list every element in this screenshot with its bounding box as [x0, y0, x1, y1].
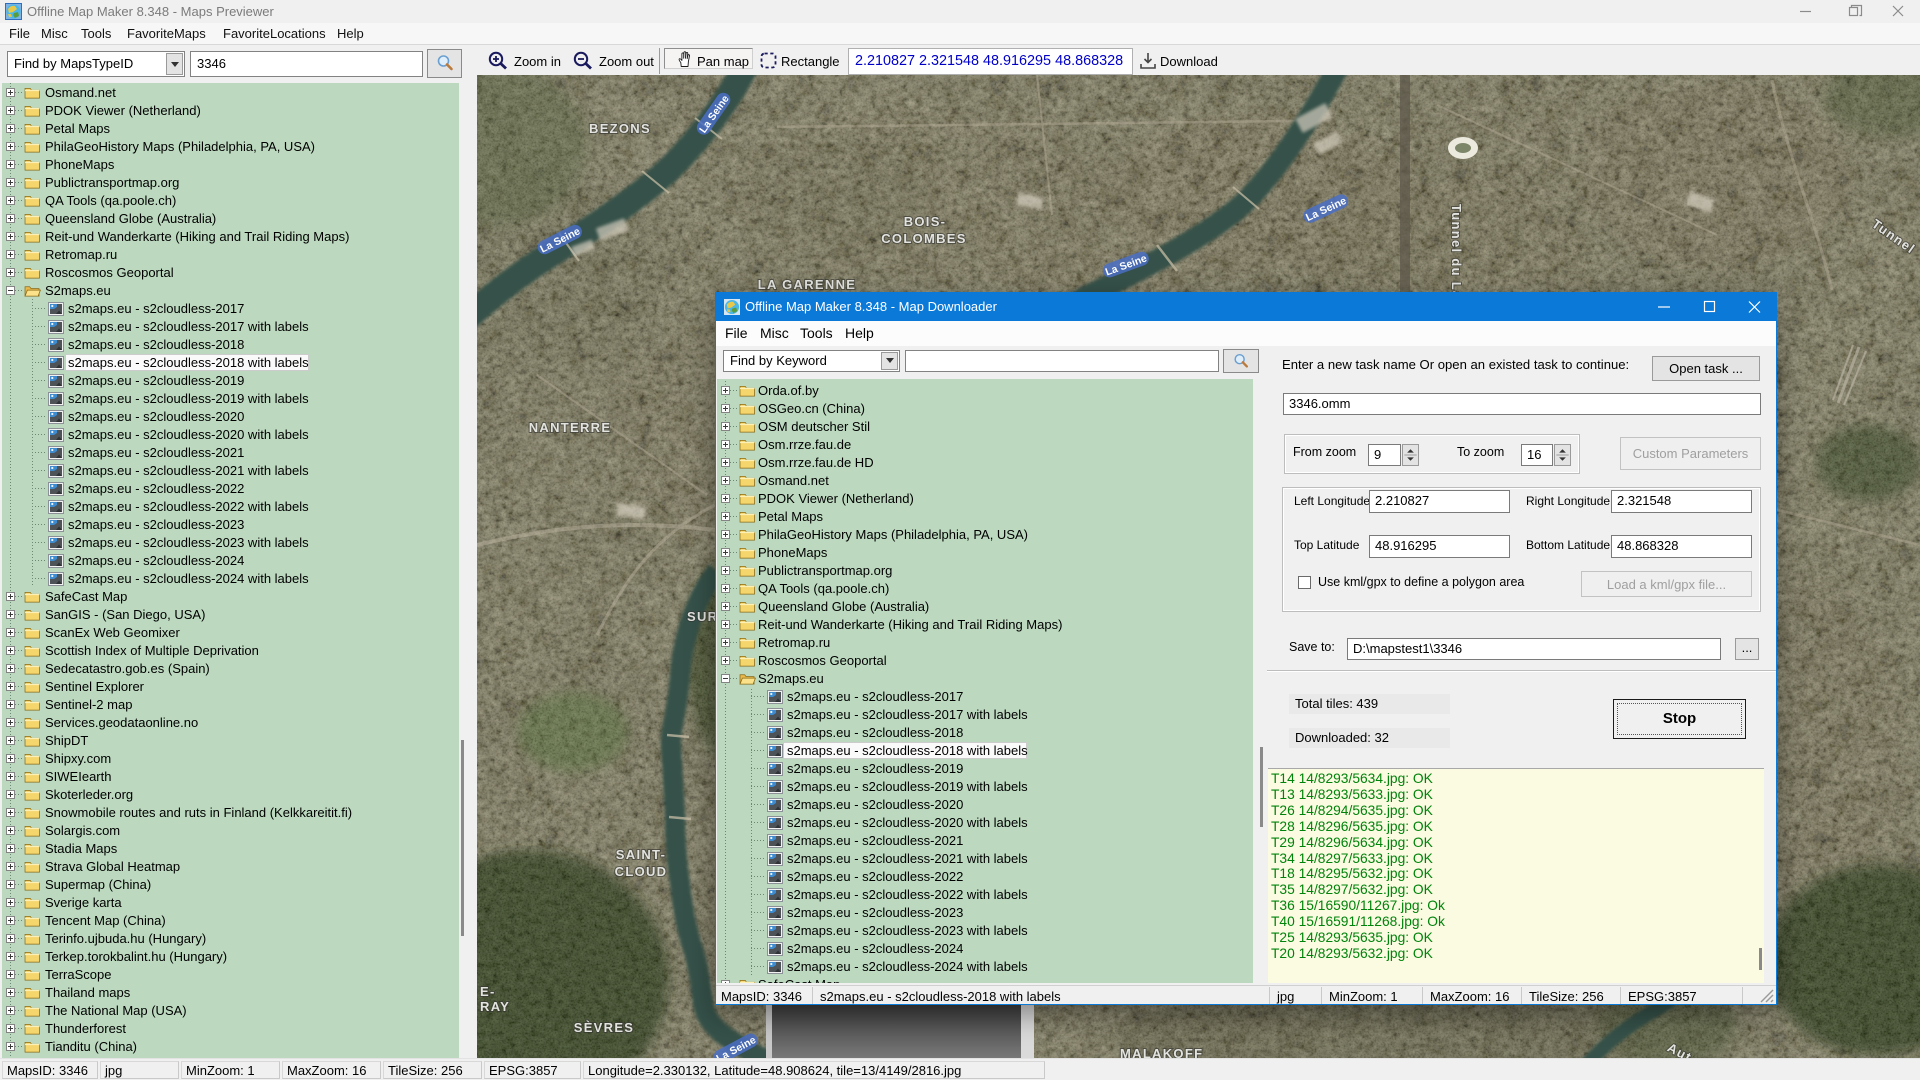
svg-text:BEZONS: BEZONS [589, 121, 651, 136]
svg-text:SAINT-: SAINT- [616, 847, 666, 862]
svg-text:CLOUD: CLOUD [615, 864, 668, 879]
svg-text:E-: E- [480, 984, 496, 999]
svg-text:RAY: RAY [480, 999, 510, 1014]
svg-text:BOIS-: BOIS- [904, 214, 947, 229]
svg-text:LA GARENNE: LA GARENNE [758, 277, 856, 292]
svg-text:COLOMBES: COLOMBES [881, 231, 967, 246]
svg-text:MALAKOFF: MALAKOFF [1120, 1046, 1203, 1058]
svg-text:SÈVRES: SÈVRES [574, 1020, 635, 1035]
svg-text:NANTERRE: NANTERRE [529, 420, 612, 435]
